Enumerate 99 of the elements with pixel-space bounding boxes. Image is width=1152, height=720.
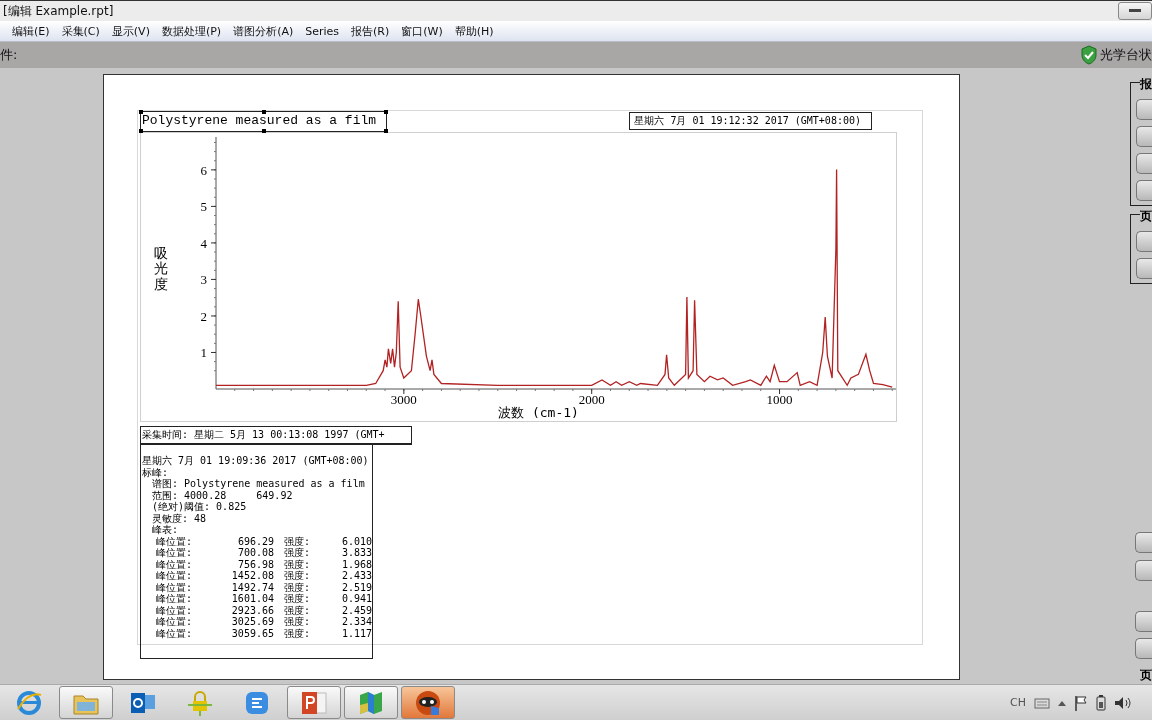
peak-position: 2923.66 [230, 604, 274, 616]
field-label: (绝对)阈值: [152, 501, 211, 512]
toolbar-label: 件: [0, 46, 18, 64]
y-tick-label: 2 [200, 308, 207, 324]
menu-item[interactable]: 采集(C) [55, 23, 106, 39]
peak-label: 峰位置: [156, 570, 194, 582]
taskbar-button[interactable] [287, 686, 341, 719]
minimize-icon [1129, 9, 1141, 13]
y-tick-label: 5 [200, 199, 207, 215]
up-arrow-icon[interactable] [1058, 699, 1066, 706]
taskbar-button[interactable] [401, 686, 455, 719]
report-date: 星期六 7月 01 19:09:36 2017 (GMT+08:00) [142, 455, 369, 466]
y-axis-label: 吸光度 [154, 245, 168, 293]
group-label: 报 [1140, 76, 1152, 93]
menu-item[interactable]: 显示(V) [105, 23, 156, 39]
bench-status-text: 光学台状 [1100, 46, 1152, 64]
menu-item[interactable]: 谱图分析(A) [227, 23, 300, 39]
menu-item[interactable]: 窗口(W) [395, 23, 449, 39]
y-tick-label: 6 [200, 162, 207, 178]
y-tick-label: 4 [200, 235, 207, 251]
intensity-label: 强度: [283, 547, 312, 559]
field-value: 0.825 [216, 501, 247, 512]
chart-title[interactable]: Polystyrene measured as a film [140, 111, 388, 132]
flag-icon[interactable] [1074, 694, 1088, 711]
side-label: 页 [1139, 667, 1152, 684]
peak-position: 696.29 [236, 535, 274, 547]
peak-label: 峰位置: [156, 547, 194, 559]
lock-icon [186, 688, 214, 717]
battery-icon[interactable] [1096, 694, 1106, 711]
peak-label: 峰位置: [156, 604, 194, 616]
peak-intensity: 2.334 [340, 616, 372, 628]
peaks-heading: 峰表: [152, 524, 179, 535]
timestamp: 星期六 7月 01 19:12:32 2017 (GMT+08:00) [629, 112, 872, 130]
shield-check-icon [1080, 45, 1098, 65]
x-tick-label: 1000 [766, 392, 793, 405]
intensity-label: 强度: [283, 558, 312, 570]
peak-intensity: 1.968 [340, 558, 372, 570]
peak-intensity: 3.833 [340, 547, 372, 559]
peak-label: 峰位置: [156, 558, 194, 570]
peak-intensity: 2.433 [340, 570, 372, 582]
window-title: [编辑 Example.rpt] [2, 2, 114, 20]
side-button[interactable] [1136, 153, 1152, 174]
peak-intensity: 2.519 [340, 581, 372, 593]
peak-position: 1601.04 [230, 593, 274, 605]
y-tick-label: 3 [200, 272, 207, 288]
peak-intensity: 1.117 [340, 627, 372, 639]
side-button[interactable] [1136, 99, 1152, 120]
peak-intensity: 0.941 [340, 593, 372, 605]
y-tick-label: 1 [200, 345, 207, 361]
field-label: 范围: [152, 489, 179, 501]
side-button[interactable] [1136, 231, 1152, 252]
side-button[interactable] [1135, 532, 1152, 553]
browser-icon [15, 688, 43, 717]
menu-item[interactable]: 帮助(H) [448, 23, 500, 39]
minimize-button[interactable] [1118, 2, 1152, 20]
language-indicator[interactable]: CH [1010, 696, 1026, 709]
intensity-label: 强度: [283, 535, 312, 547]
peak-position: 1492.74 [230, 581, 274, 593]
intensity-label: 强度: [283, 570, 312, 582]
x-axis-label: 波数 (cm-1) [498, 405, 579, 421]
intensity-label: 强度: [283, 581, 312, 593]
field-label: 谱图: [152, 478, 179, 489]
peak-position: 700.08 [236, 547, 274, 559]
field-value: 4000.28 649.92 [184, 489, 293, 501]
peak-label: 峰位置: [156, 616, 194, 628]
report-heading: 标峰: [142, 466, 169, 478]
peak-position: 3025.69 [230, 616, 274, 628]
x-tick-label: 3000 [390, 392, 417, 405]
peak-label: 峰位置: [156, 593, 194, 605]
intensity-label: 强度: [283, 616, 312, 628]
keyboard-icon[interactable] [1034, 696, 1050, 709]
peak-label: 峰位置: [156, 581, 194, 593]
menu-item[interactable]: 数据处理(P) [155, 23, 228, 39]
intensity-label: 强度: [283, 593, 312, 605]
field-value: 48 [194, 512, 207, 524]
side-button[interactable] [1136, 180, 1152, 201]
side-button[interactable] [1136, 258, 1152, 279]
peak-intensity: 2.459 [340, 604, 372, 616]
intensity-label: 强度: [283, 627, 312, 639]
peak-position: 756.98 [236, 558, 274, 570]
x-tick-label: 2000 [578, 392, 605, 405]
peak-position: 3059.65 [230, 627, 274, 639]
menu-item[interactable]: Series [299, 24, 346, 38]
group-label: 页 [1140, 208, 1152, 225]
peak-position: 1452.08 [230, 570, 274, 582]
side-button[interactable] [1136, 126, 1152, 147]
collection-time: 采集时间: 星期二 5月 13 00:13:08 1997 (GMT+ [140, 426, 412, 445]
speaker-icon[interactable] [1114, 695, 1132, 710]
field-value: Polystyrene measured as a film [184, 478, 365, 489]
field-label: 灵敏度: [152, 512, 189, 524]
peak-label: 峰位置: [156, 627, 194, 639]
menu-item[interactable]: 报告(R) [345, 23, 396, 39]
peak-intensity: 6.010 [340, 535, 372, 547]
side-button[interactable] [1135, 638, 1152, 659]
menu-item[interactable]: 编辑(E) [6, 23, 56, 39]
side-button[interactable] [1135, 560, 1152, 581]
intensity-label: 强度: [283, 604, 312, 616]
peak-label: 峰位置: [156, 535, 194, 547]
side-button[interactable] [1135, 611, 1152, 632]
